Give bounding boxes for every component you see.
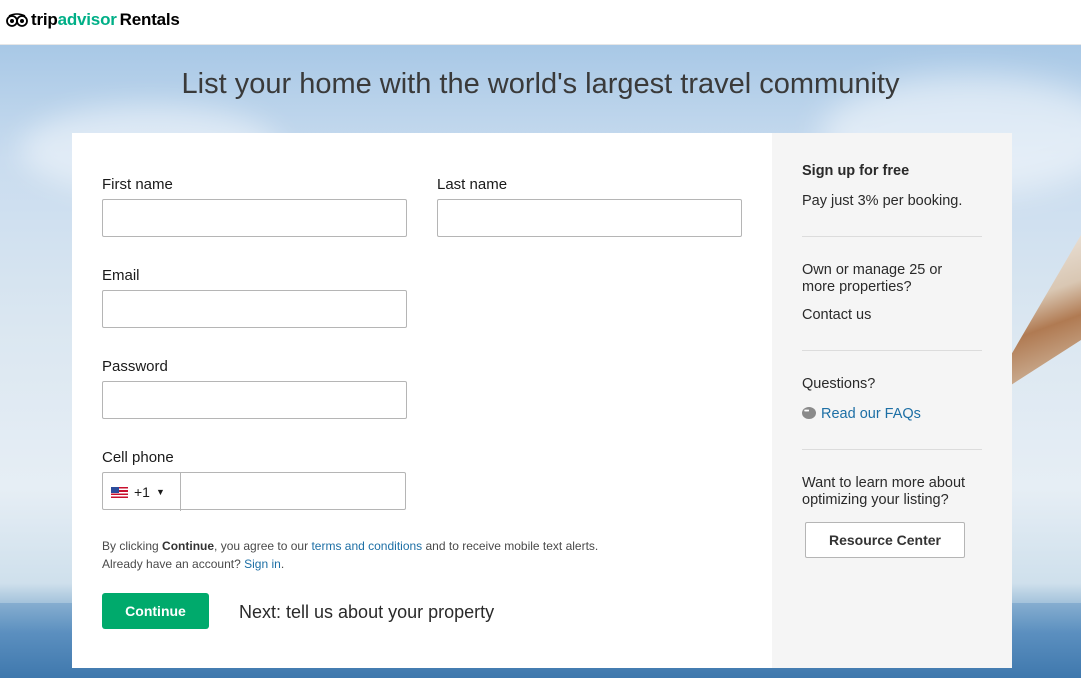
- cell-phone-label: Cell phone: [102, 449, 174, 466]
- legal-suffix: and to receive mobile text alerts.: [422, 539, 599, 553]
- page-headline: List your home with the world's largest …: [181, 68, 900, 100]
- password-input[interactable]: [102, 381, 407, 419]
- faq-row: Read our FAQs: [802, 403, 982, 423]
- divider: [802, 449, 982, 450]
- legal-prefix: By clicking: [102, 539, 163, 553]
- sign-in-link[interactable]: Sign in: [244, 557, 281, 571]
- info-sidebar: Sign up for free Pay just 3% per booking…: [772, 133, 1012, 668]
- chat-bubble-icon: [802, 403, 816, 420]
- first-name-input[interactable]: [102, 199, 407, 237]
- chevron-down-icon: ▼: [155, 487, 165, 497]
- last-name-input[interactable]: [437, 199, 742, 237]
- roof-decoration: [1011, 235, 1081, 385]
- terms-link[interactable]: terms and conditions: [311, 539, 422, 553]
- logo-suffix: Rentals: [119, 10, 180, 29]
- faq-link[interactable]: Read our FAQs: [821, 406, 921, 422]
- divider: [802, 350, 982, 351]
- continue-button[interactable]: Continue: [102, 593, 209, 629]
- first-name-label: First name: [102, 176, 173, 193]
- password-label: Password: [102, 358, 168, 375]
- next-step-text: Next: tell us about your property: [239, 602, 495, 622]
- us-flag-icon: [111, 486, 128, 498]
- owl-icon: [6, 13, 28, 27]
- learn-text: Want to learn more about optimizing your…: [802, 475, 966, 508]
- logo-prefix: trip: [31, 10, 58, 29]
- contact-us-link[interactable]: Contact us: [802, 307, 982, 324]
- top-bar: tripadvisor Rentals: [0, 0, 1081, 45]
- country-code-select[interactable]: +1 ▼: [103, 473, 181, 511]
- manage-text: Own or manage 25 or more properties?: [802, 262, 943, 295]
- questions-text: Questions?: [802, 376, 876, 392]
- divider: [802, 236, 982, 237]
- resource-center-button[interactable]: Resource Center: [805, 522, 965, 558]
- cell-phone-input[interactable]: [182, 473, 408, 511]
- sign-in-period: .: [280, 557, 285, 571]
- last-name-label: Last name: [437, 176, 508, 193]
- logo-text: tripadvisor Rentals: [31, 10, 180, 30]
- account-prompt: Already have an account?: [102, 557, 245, 571]
- logo-highlight: advisor: [57, 10, 117, 29]
- signup-card: First name Last name Email Password Cell…: [72, 133, 1012, 668]
- cell-phone-field: +1 ▼: [102, 472, 408, 511]
- tripadvisor-logo[interactable]: tripadvisor Rentals: [6, 10, 180, 30]
- legal-mid: , you agree to our: [214, 539, 312, 553]
- signup-text: Pay just 3% per booking.: [802, 193, 963, 209]
- email-input[interactable]: [102, 290, 407, 328]
- legal-bold: Continue: [162, 539, 215, 553]
- country-code-value: +1: [134, 484, 150, 500]
- legal-text: By clicking Continue, you agree to our t…: [102, 537, 702, 573]
- signup-title: Sign up for free: [802, 163, 910, 179]
- email-label: Email: [102, 267, 140, 284]
